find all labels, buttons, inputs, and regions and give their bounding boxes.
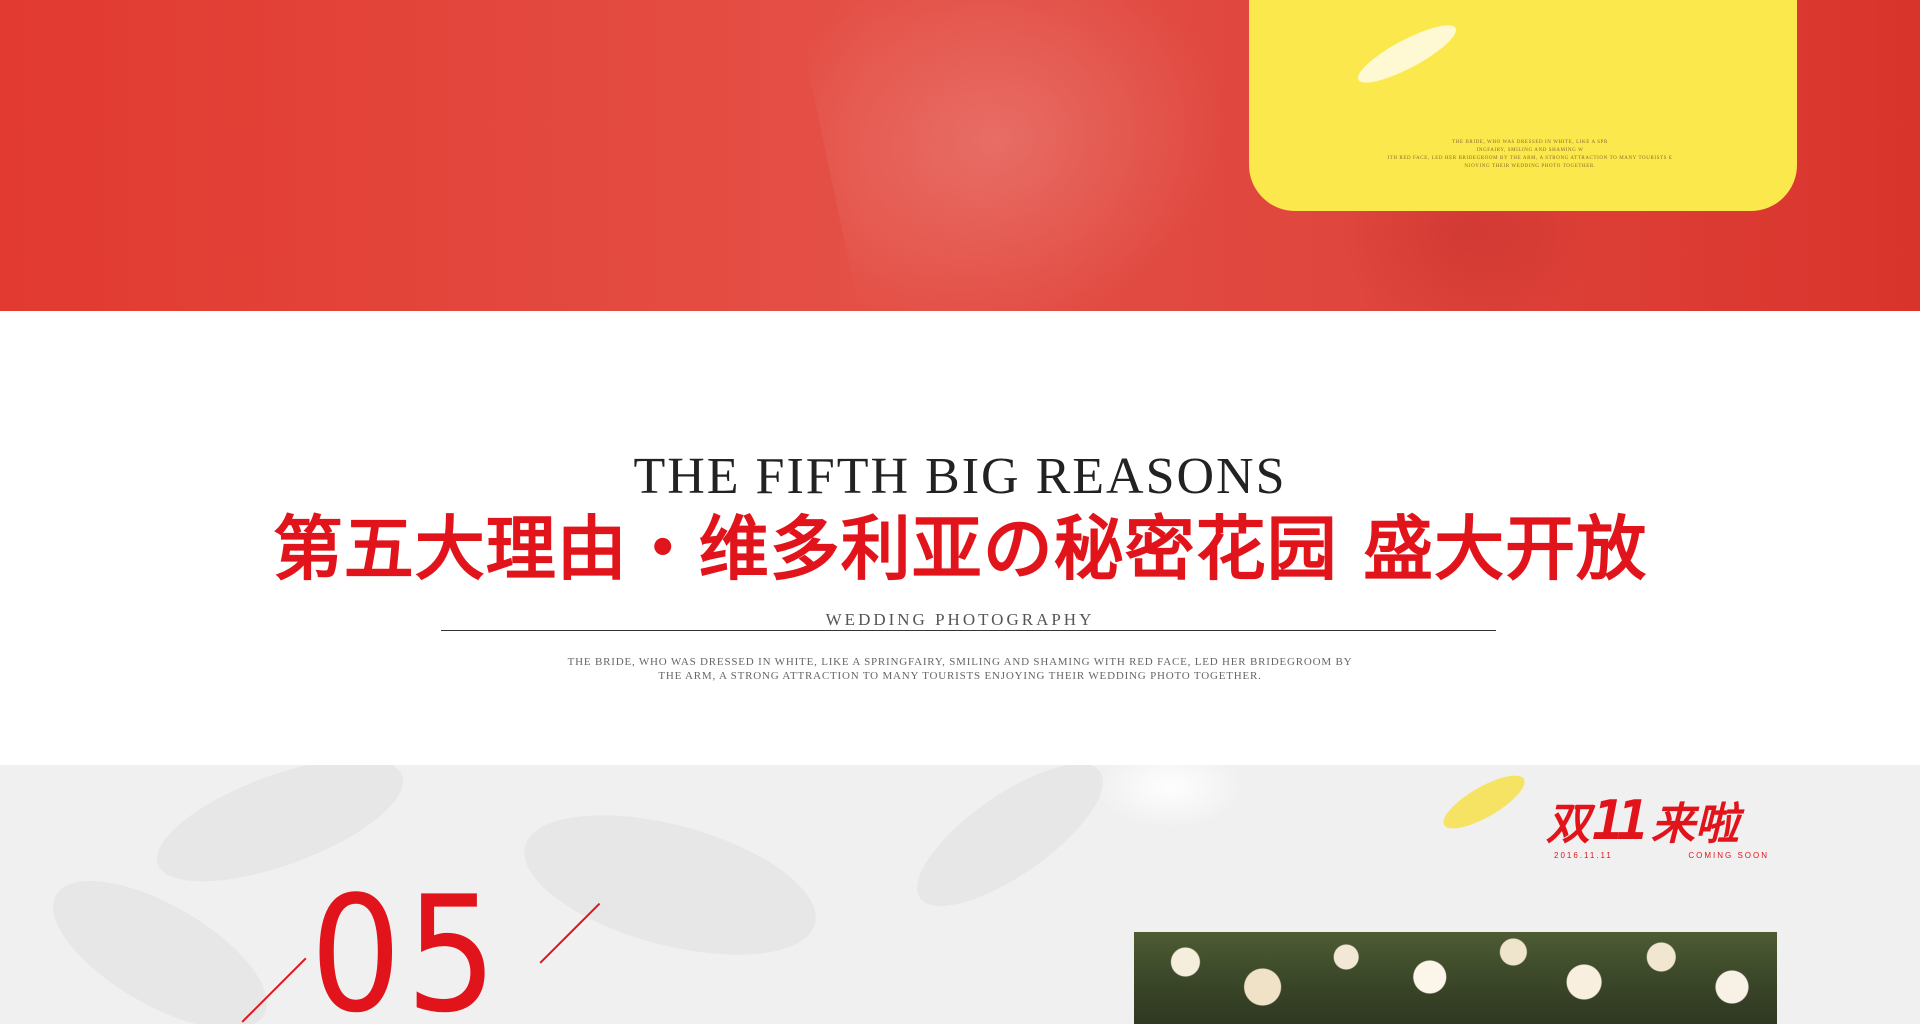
logo-coming-soon: COMING SOON [1688, 851, 1769, 860]
logo-text-left: 双 [1546, 799, 1590, 850]
reason-content-section: 双 11 来啦 2016.11.11 COMING SOON 05 [0, 765, 1920, 1024]
title-divider [441, 630, 1496, 631]
card-description: THE BRIDE, WHO WAS DRESSED IN WHITE, LIK… [1330, 139, 1730, 171]
card-text-line: INGFAIRY, SMILING AND SHAMING W [1476, 148, 1584, 153]
card-text-line: THE BRIDE, WHO WAS DRESSED IN WHITE, LIK… [1452, 140, 1608, 145]
card-text-line: ITH RED FACE, LED HER BRIDEGROOM BY THE … [1387, 156, 1673, 161]
reason-header-section: THE FIFTH BIG REASONS 第五大理由・维多利亚の秘密花园 盛大… [0, 311, 1920, 765]
card-text-line: NJOYING THEIR WEDDING PHOTO TOGETHER. [1464, 164, 1596, 169]
double-eleven-logo: 双 11 来啦 2016.11.11 COMING SOON [1546, 789, 1776, 861]
section-description: THE BRIDE, WHO WAS DRESSED IN WHITE, LIK… [567, 656, 1353, 682]
chinese-title: 第五大理由・维多利亚の秘密花园 盛大开放 [272, 508, 1648, 590]
logo-eleven: 11 [1592, 789, 1649, 852]
english-title: THE FIFTH BIG REASONS [633, 448, 1287, 505]
yellow-info-card [1249, 0, 1797, 211]
top-banner: THE BRIDE, WHO WAS DRESSED IN WHITE, LIK… [0, 0, 1920, 311]
reason-number: 05 [310, 861, 502, 1024]
bride-veil-image [795, 0, 1285, 311]
leaf-shadow [897, 765, 1123, 931]
number-decoration-line [539, 902, 600, 964]
wedding-photography-label: WEDDING PHOTOGRAPHY [825, 610, 1095, 629]
lace-decoration [1095, 765, 1245, 829]
petal-decoration [1436, 766, 1532, 838]
logo-date: 2016.11.11 [1554, 851, 1613, 860]
flower-wall-photo [1134, 932, 1777, 1024]
logo-text-right: 来啦 [1651, 799, 1740, 850]
leaf-shadow [31, 852, 289, 1024]
leaf-shadow [510, 788, 831, 982]
